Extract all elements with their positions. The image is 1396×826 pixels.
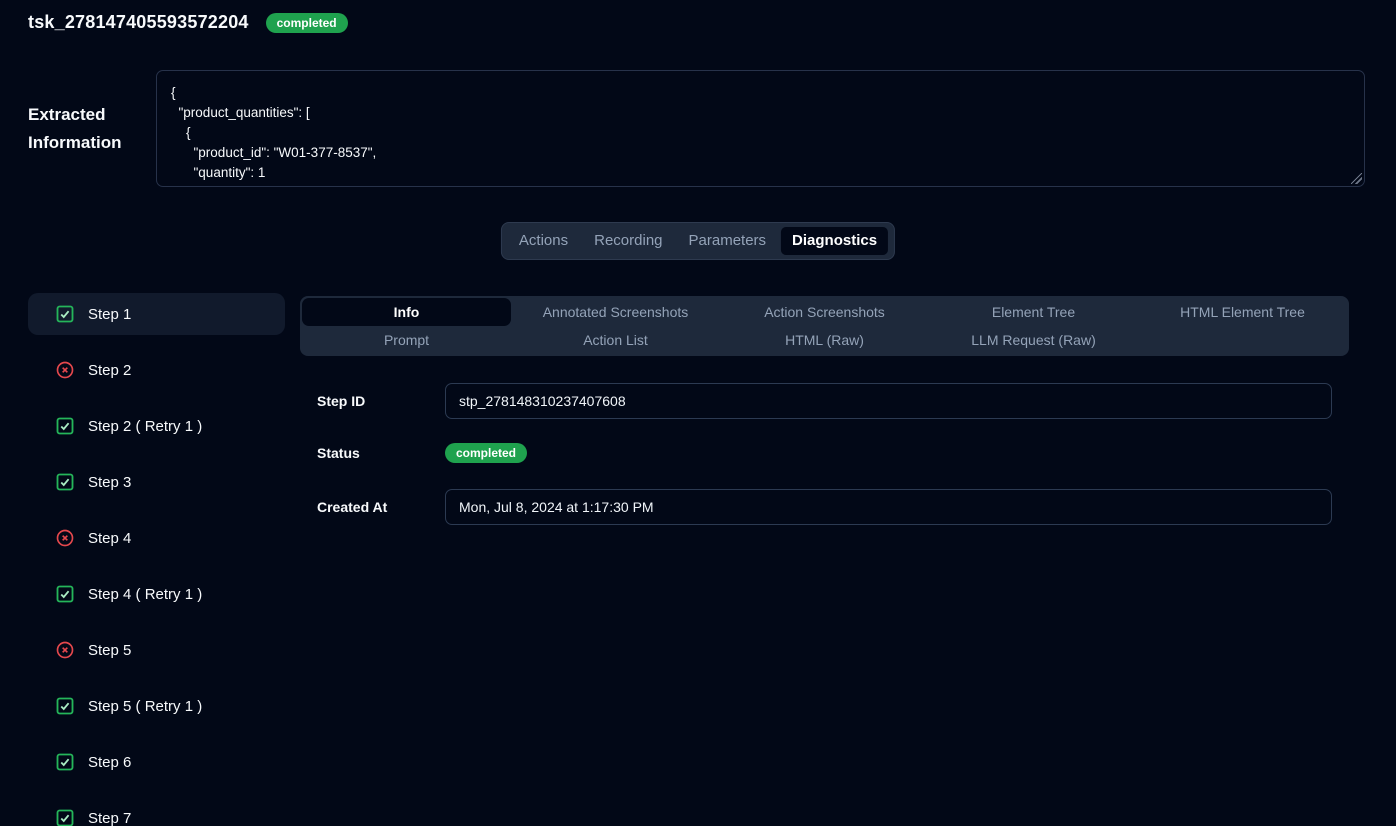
step-label: Step 2 bbox=[88, 362, 131, 379]
steps-sidebar: Step 1 Step 2 Step 2 ( Retry 1 ) Step 3 … bbox=[28, 293, 285, 826]
step-label: Step 7 bbox=[88, 810, 131, 826]
diagnostics-page: { "header": { "task_id": "tsk_2781474055… bbox=[0, 0, 1396, 826]
subtab-action-list[interactable]: Action List bbox=[511, 326, 720, 354]
main-tab-bar: Actions Recording Parameters Diagnostics bbox=[501, 222, 895, 260]
sidebar-item-step-3[interactable]: Step 3 bbox=[28, 461, 285, 503]
status-label: Status bbox=[317, 445, 445, 461]
step-label: Step 5 ( Retry 1 ) bbox=[88, 698, 202, 715]
error-icon bbox=[55, 640, 75, 660]
tab-parameters[interactable]: Parameters bbox=[678, 227, 778, 255]
subtab-element-tree[interactable]: Element Tree bbox=[929, 298, 1138, 326]
check-icon bbox=[55, 752, 75, 772]
tab-diagnostics[interactable]: Diagnostics bbox=[781, 227, 888, 255]
check-icon bbox=[55, 416, 75, 436]
status-row: Status completed bbox=[300, 443, 1349, 463]
check-icon bbox=[55, 584, 75, 604]
textarea-resize-handle[interactable] bbox=[1351, 173, 1362, 184]
sidebar-item-step-5[interactable]: Step 5 bbox=[28, 629, 285, 671]
subtab-html-element-tree[interactable]: HTML Element Tree bbox=[1138, 298, 1347, 326]
extracted-information-label: Extracted Information bbox=[28, 101, 148, 157]
sidebar-item-step-6[interactable]: Step 6 bbox=[28, 741, 285, 783]
error-icon bbox=[55, 528, 75, 548]
step-label: Step 4 ( Retry 1 ) bbox=[88, 586, 202, 603]
step-label: Step 4 bbox=[88, 530, 131, 547]
extracted-information-container: { "product_quantities": [ { "product_id"… bbox=[156, 70, 1365, 187]
step-label: Step 6 bbox=[88, 754, 131, 771]
task-status-badge: completed bbox=[266, 13, 348, 33]
sidebar-item-step-2-retry-1[interactable]: Step 2 ( Retry 1 ) bbox=[28, 405, 285, 447]
step-label: Step 3 bbox=[88, 474, 131, 491]
sidebar-item-step-4-retry-1[interactable]: Step 4 ( Retry 1 ) bbox=[28, 573, 285, 615]
sidebar-item-step-2[interactable]: Step 2 bbox=[28, 349, 285, 391]
diagnostics-panel: Info Annotated Screenshots Action Screen… bbox=[300, 296, 1349, 826]
subtab-action-screenshots[interactable]: Action Screenshots bbox=[720, 298, 929, 326]
page-header: tsk_278147405593572204 completed bbox=[28, 12, 348, 33]
step-label: Step 2 ( Retry 1 ) bbox=[88, 418, 202, 435]
step-label: Step 5 bbox=[88, 642, 131, 659]
subtab-bar: Info Annotated Screenshots Action Screen… bbox=[300, 296, 1349, 356]
step-id-input[interactable] bbox=[445, 383, 1332, 419]
sidebar-item-step-7[interactable]: Step 7 bbox=[28, 797, 285, 826]
step-id-row: Step ID bbox=[300, 383, 1349, 419]
sidebar-item-step-4[interactable]: Step 4 bbox=[28, 517, 285, 559]
check-icon bbox=[55, 304, 75, 324]
subtab-info[interactable]: Info bbox=[302, 298, 511, 326]
subtab-html-raw[interactable]: HTML (Raw) bbox=[720, 326, 929, 354]
subtab-empty-cell bbox=[1138, 326, 1347, 354]
check-icon bbox=[55, 696, 75, 716]
step-id-label: Step ID bbox=[317, 393, 445, 409]
step-status-badge: completed bbox=[445, 443, 527, 463]
check-icon bbox=[55, 808, 75, 826]
extracted-information-textarea[interactable]: { "product_quantities": [ { "product_id"… bbox=[156, 70, 1365, 187]
subtab-annotated-screenshots[interactable]: Annotated Screenshots bbox=[511, 298, 720, 326]
sidebar-item-step-1[interactable]: Step 1 bbox=[28, 293, 285, 335]
subtab-llm-request-raw[interactable]: LLM Request (Raw) bbox=[929, 326, 1138, 354]
created-at-row: Created At bbox=[300, 489, 1349, 525]
task-id-title: tsk_278147405593572204 bbox=[28, 12, 249, 33]
subtab-prompt[interactable]: Prompt bbox=[302, 326, 511, 354]
created-at-input[interactable] bbox=[445, 489, 1332, 525]
created-at-label: Created At bbox=[317, 499, 445, 515]
step-label: Step 1 bbox=[88, 306, 131, 323]
tab-recording[interactable]: Recording bbox=[583, 227, 673, 255]
check-icon bbox=[55, 472, 75, 492]
sidebar-item-step-5-retry-1[interactable]: Step 5 ( Retry 1 ) bbox=[28, 685, 285, 727]
error-icon bbox=[55, 360, 75, 380]
tab-actions[interactable]: Actions bbox=[508, 227, 579, 255]
